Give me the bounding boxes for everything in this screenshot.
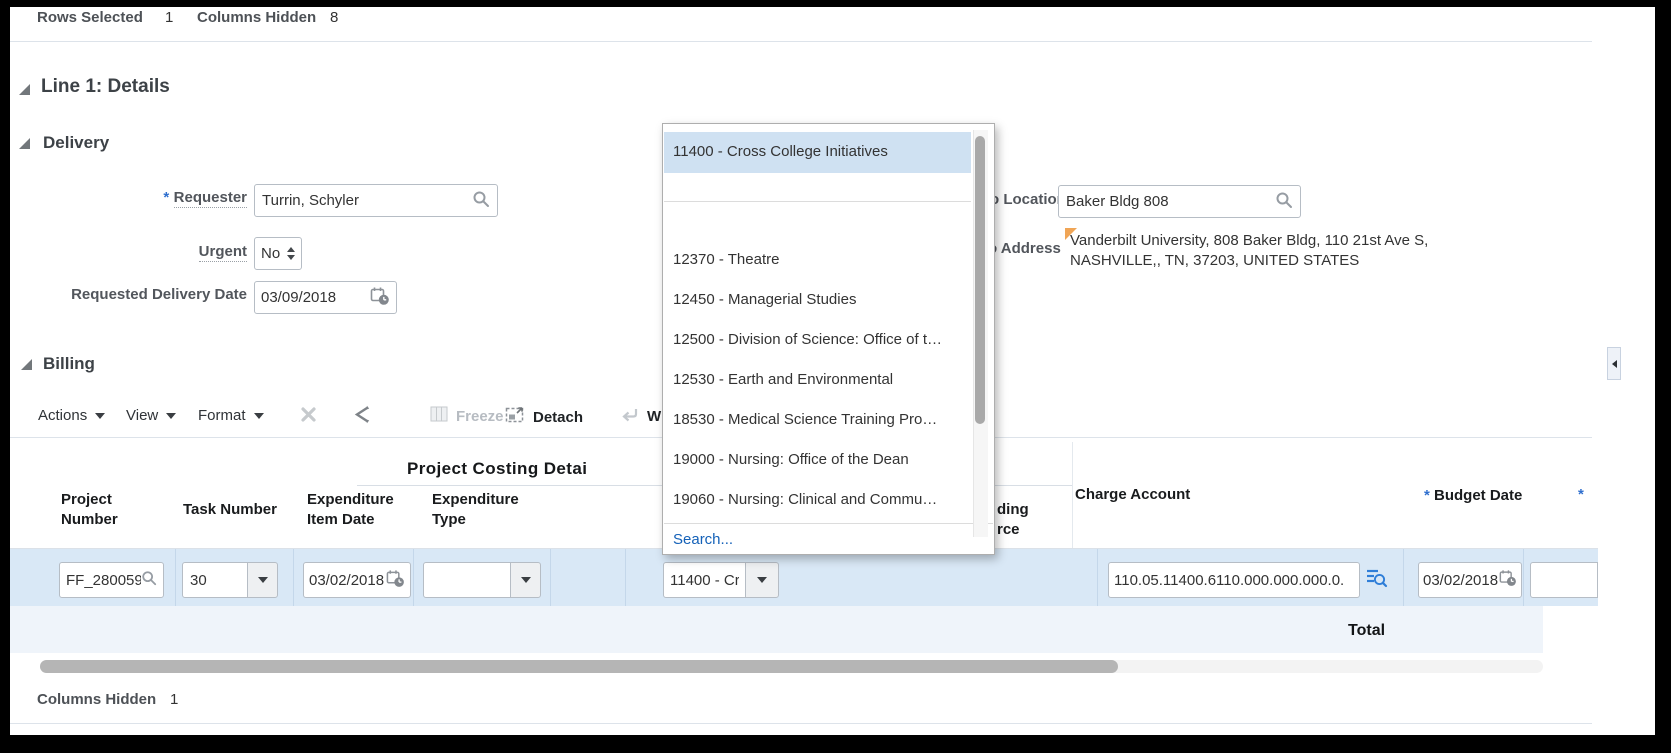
section-billing-title: Billing — [43, 354, 95, 374]
dropdown-item[interactable]: 12530 - Earth and Environmental — [673, 371, 893, 388]
dropdown-button[interactable] — [745, 562, 779, 598]
chevron-down-icon — [258, 577, 268, 583]
splitter-collapse-button[interactable] — [1607, 347, 1621, 380]
dropdown-item[interactable]: 18530 - Medical Science Training Pro… — [673, 411, 937, 428]
delete-icon — [300, 406, 317, 428]
dropdown-item[interactable]: 12450 - Managerial Studies — [673, 291, 856, 308]
col-budget-date[interactable]: * Budget Date — [1424, 486, 1522, 506]
col-task-number[interactable]: Task Number — [183, 500, 277, 520]
expenditure-item-date-input[interactable]: 03/02/2018 — [303, 562, 411, 598]
cell-border — [550, 549, 551, 606]
spinner-arrows-icon[interactable] — [287, 247, 295, 260]
section-delivery-title: Delivery — [43, 133, 109, 153]
col-charge-account[interactable]: Charge Account — [1075, 485, 1190, 505]
rows-selected-label: Rows Selected — [37, 9, 143, 26]
cell-border — [293, 549, 294, 606]
format-menu[interactable]: Format — [198, 407, 264, 424]
wrap-return-arrow-icon — [620, 406, 639, 427]
cell-border — [175, 549, 176, 606]
app-window: Rows Selected 1 Columns Hidden 8 Line 1:… — [0, 0, 1671, 753]
rows-selected-value: 1 — [165, 9, 173, 26]
total-row — [10, 606, 1543, 653]
divider — [10, 41, 1592, 42]
dropdown-scrollbar-thumb[interactable] — [975, 136, 985, 424]
required-asterisk: * — [1578, 486, 1584, 503]
chevron-down-icon — [254, 413, 264, 419]
datetime-picker-icon[interactable] — [370, 286, 390, 310]
chevron-down-icon — [166, 413, 176, 419]
urgent-label: Urgent — [60, 243, 247, 261]
cell-border — [413, 549, 414, 606]
deliver-to-address-label-fragment: o Address — [988, 240, 1061, 257]
chevron-down-icon — [95, 413, 105, 419]
col-expenditure-item-date[interactable]: ExpenditureItem Date — [307, 490, 394, 530]
divider — [10, 723, 1592, 724]
search-icon[interactable] — [472, 190, 490, 212]
requester-input[interactable]: Turrin, Schyler — [254, 184, 498, 217]
organization-dropdown-list: 11400 - Cross College Initiatives 12370 … — [662, 123, 995, 555]
budget-date-input[interactable]: 03/02/2018 — [1418, 562, 1522, 598]
dropdown-item[interactable]: 19000 - Nursing: Office of the Dean — [673, 451, 909, 468]
dropdown-button[interactable] — [247, 562, 278, 598]
dropdown-separator — [664, 523, 993, 524]
deliver-to-location-label-fragment: o Location — [990, 191, 1066, 208]
wrap-button-fragment[interactable]: W — [620, 406, 661, 427]
column-border — [1072, 442, 1073, 548]
col-project-number[interactable]: ProjectNumber — [61, 490, 118, 530]
collapse-triangle-icon[interactable] — [21, 359, 32, 370]
charge-account-input[interactable]: 110.05.11400.6110.000.000.000.0. — [1108, 562, 1360, 598]
dropdown-item[interactable]: 11400 - Cross College Initiatives — [673, 143, 888, 160]
detach-window-icon — [505, 406, 525, 428]
view-menu[interactable]: View — [126, 407, 176, 424]
collapse-triangle-icon[interactable] — [19, 84, 30, 95]
footer-columns-hidden-value: 1 — [170, 691, 178, 708]
chevron-down-icon — [757, 577, 767, 583]
hscrollbar-thumb[interactable] — [40, 660, 1118, 673]
task-number-combobox[interactable]: 30 — [182, 562, 248, 598]
cell-border — [625, 549, 626, 606]
organization-combobox[interactable]: 11400 - Cr — [663, 562, 746, 598]
footer-columns-hidden-label: Columns Hidden — [37, 691, 156, 708]
detach-button[interactable]: Detach — [505, 406, 583, 428]
group-header-project-costing: Project Costing Detai — [407, 459, 587, 479]
project-number-input[interactable]: FF_280059 — [59, 562, 164, 598]
cell-border — [1097, 549, 1098, 606]
deliver-to-location-input[interactable]: Baker Bldg 808 — [1058, 185, 1301, 218]
dropdown-item[interactable]: 12500 - Division of Science: Office of t… — [673, 331, 942, 348]
col-funding-source-fragment[interactable]: dingrce — [997, 500, 1029, 540]
chevron-down-icon — [521, 577, 531, 583]
requester-label: * Requester — [60, 189, 247, 207]
cell-border — [1403, 549, 1404, 606]
required-asterisk: * — [1424, 487, 1430, 504]
actions-menu[interactable]: Actions — [38, 407, 105, 424]
cell-border — [1523, 549, 1524, 606]
dropdown-item[interactable]: 19060 - Nursing: Clinical and Commu… — [673, 491, 937, 508]
search-icon[interactable] — [141, 570, 157, 590]
columns-hidden-value: 8 — [330, 9, 338, 26]
columns-hidden-label: Columns Hidden — [197, 9, 316, 26]
total-label: Total — [1348, 622, 1385, 640]
charge-account-picker-icon[interactable] — [1365, 567, 1388, 594]
partial-input-cutoff[interactable] — [1530, 562, 1598, 598]
urgent-select[interactable]: No — [254, 237, 302, 270]
datetime-picker-icon[interactable] — [1499, 569, 1517, 591]
deliver-to-address-value: Vanderbilt University, 808 Baker Bldg, 1… — [1070, 231, 1428, 271]
requested-delivery-date-label: Requested Delivery Date — [20, 286, 247, 303]
freeze-table-icon — [430, 406, 448, 426]
share-branch-icon[interactable] — [350, 404, 371, 430]
dropdown-item[interactable]: 12370 - Theatre — [673, 251, 779, 268]
collapse-triangle-icon[interactable] — [19, 138, 30, 149]
freeze-button: Freeze — [430, 406, 504, 426]
col-expenditure-type[interactable]: ExpenditureType — [432, 490, 519, 530]
datetime-picker-icon[interactable] — [386, 569, 405, 592]
requested-delivery-date-input[interactable]: 03/09/2018 — [254, 281, 397, 314]
dropdown-button[interactable] — [510, 562, 541, 598]
search-icon[interactable] — [1275, 191, 1293, 213]
chevron-left-icon — [1612, 360, 1617, 368]
expenditure-type-combobox[interactable] — [423, 562, 511, 598]
section-line-details-title: Line 1: Details — [41, 76, 170, 98]
required-asterisk: * — [163, 189, 169, 206]
dropdown-separator — [664, 201, 971, 202]
dropdown-search-link[interactable]: Search... — [673, 531, 733, 548]
